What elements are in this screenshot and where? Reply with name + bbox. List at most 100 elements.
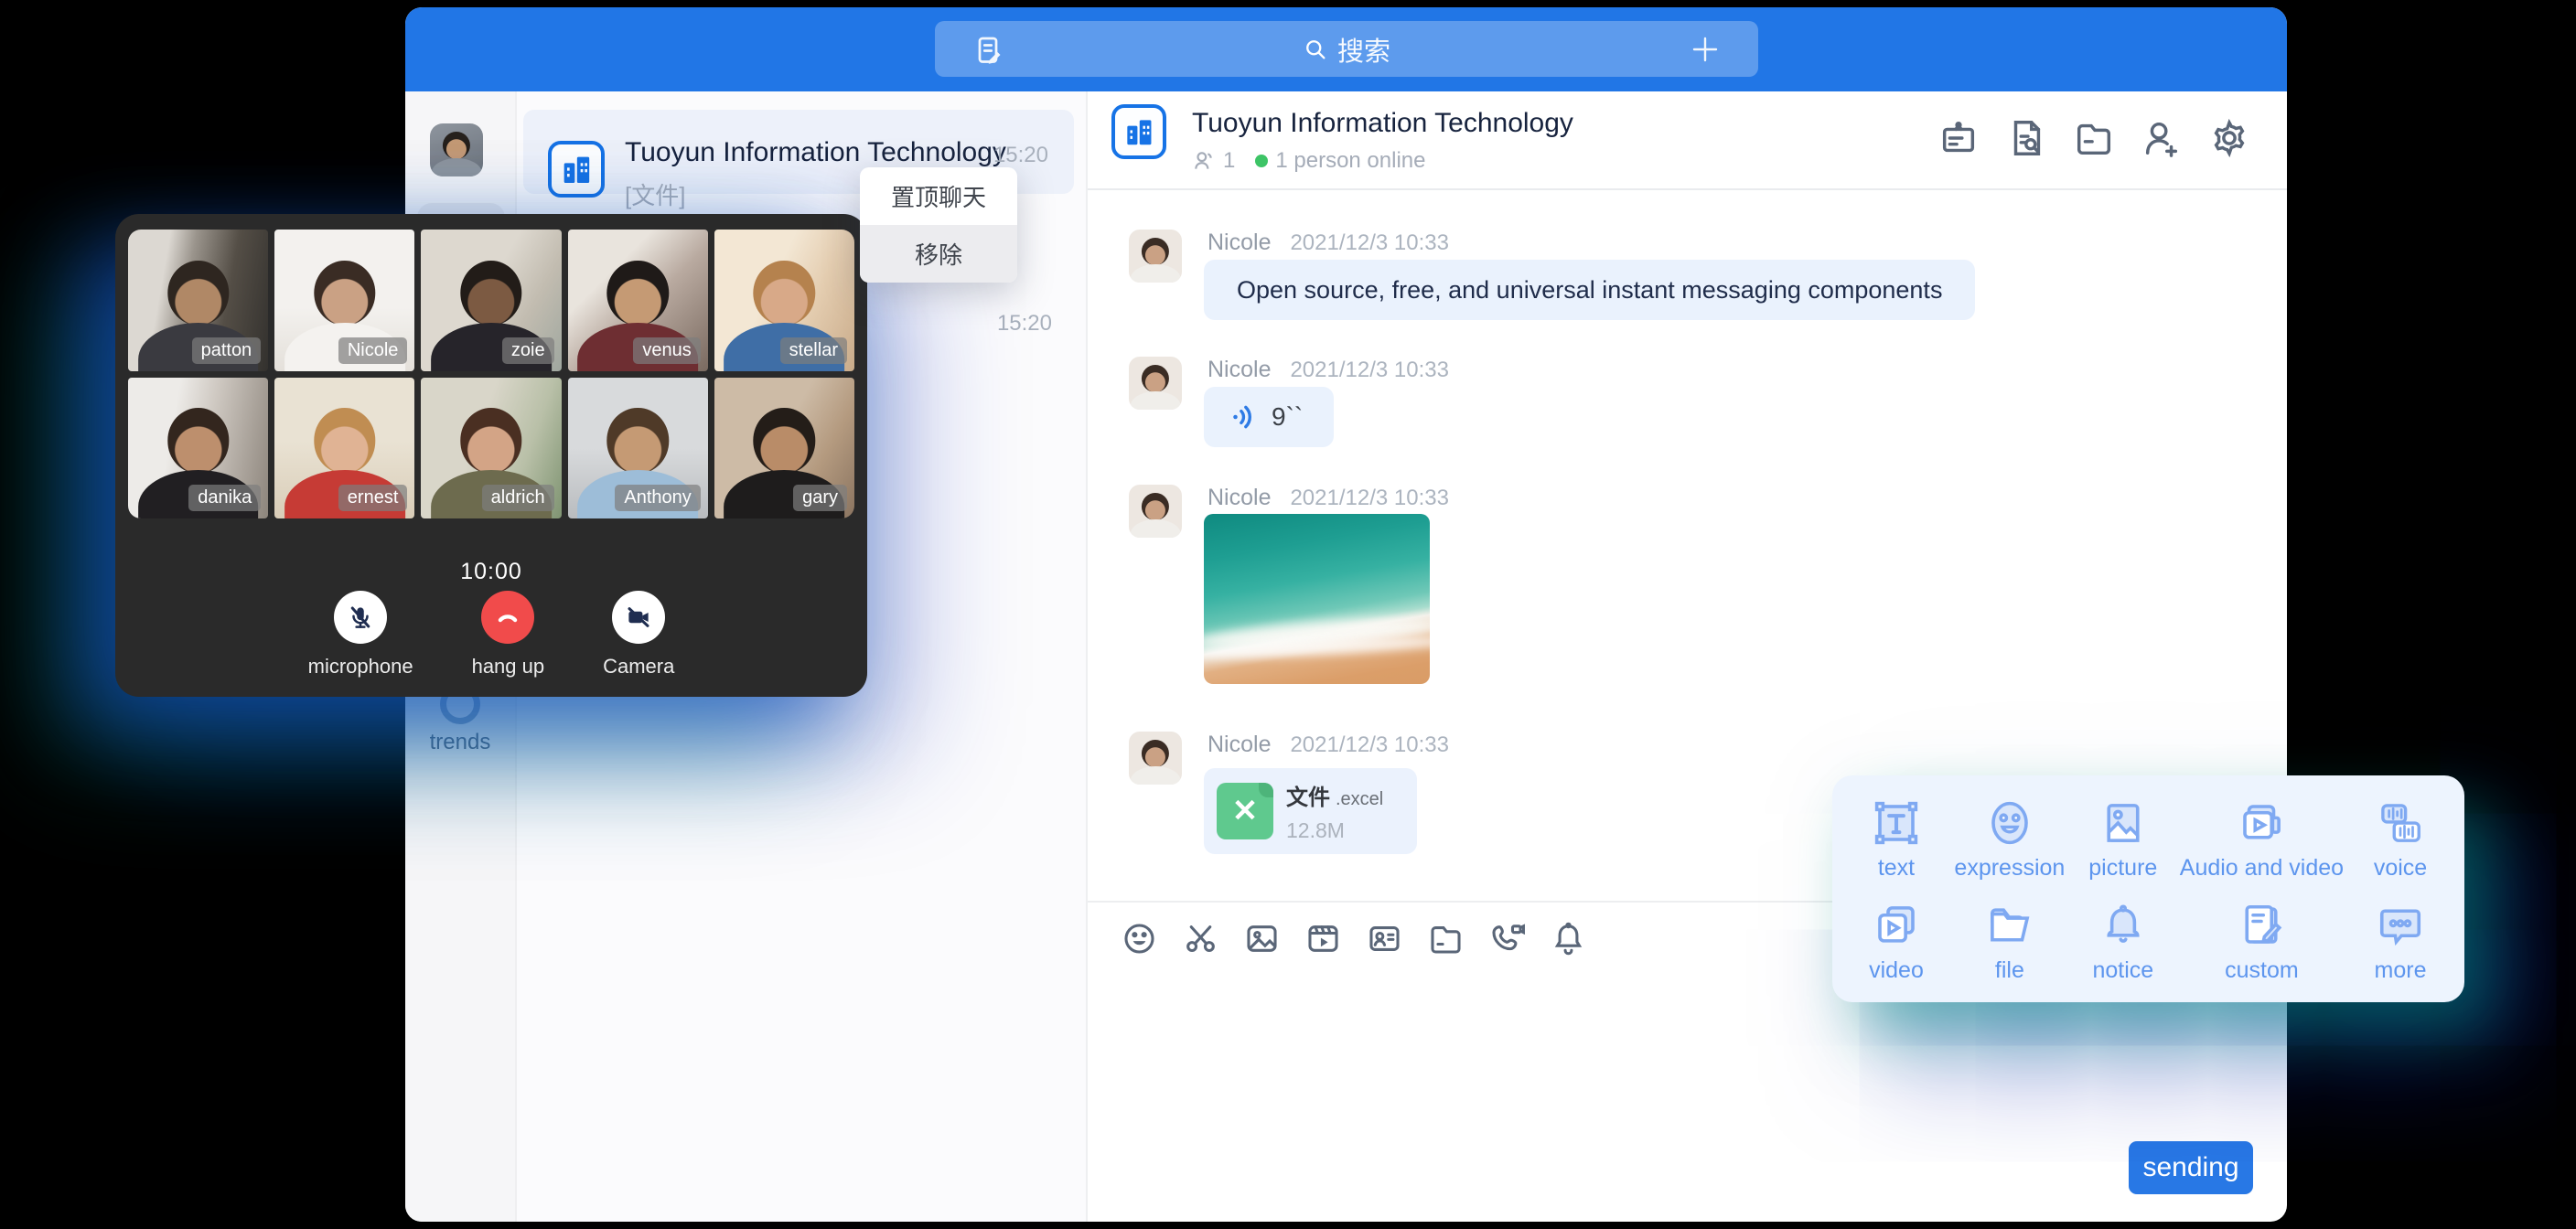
panel-label: text: [1878, 855, 1915, 882]
participant-name: Anthony: [615, 485, 700, 511]
message-meta: Nicole 2021/12/3 10:33: [1208, 485, 1449, 511]
panel-label: video: [1869, 957, 1924, 984]
message-text-content: Open source, free, and universal instant…: [1237, 276, 1942, 305]
image-upload-icon[interactable]: [1243, 920, 1281, 957]
panel-item-picture[interactable]: picture: [2066, 788, 2180, 891]
picture-icon: [2098, 798, 2148, 848]
participant-tile: aldrich: [421, 378, 561, 519]
conversation-context-menu: 置顶聊天 移除: [860, 167, 1017, 283]
screenshot-stage: 搜索 trends: [0, 0, 2576, 1229]
panel-item-more[interactable]: more: [2344, 891, 2457, 993]
sender-avatar: [1129, 357, 1182, 410]
camera-muted-icon: [612, 591, 665, 644]
sender-name: Nicole: [1208, 230, 1271, 255]
participant-tile: gary: [714, 378, 854, 519]
panel-item-text[interactable]: text: [1840, 788, 1953, 891]
participant-name: venus: [633, 337, 700, 364]
panel-label: more: [2375, 957, 2427, 984]
search-center[interactable]: 搜索: [1303, 30, 1390, 69]
send-button[interactable]: sending: [2129, 1141, 2253, 1194]
notes-icon[interactable]: [971, 33, 1004, 66]
conversation-time: 15:20: [993, 143, 1048, 168]
panel-item-notice[interactable]: notice: [2066, 891, 2180, 993]
microphone-muted-icon: [334, 591, 387, 644]
sender-avatar: [1129, 230, 1182, 283]
voice-duration: 9``: [1272, 402, 1303, 432]
participant-tile: Anthony: [568, 378, 708, 519]
sender-avatar: [1129, 485, 1182, 538]
panel-item-voice[interactable]: voice: [2344, 788, 2457, 891]
online-dot: [1255, 155, 1268, 167]
file-extension: .excel: [1336, 789, 1383, 809]
message-file: Nicole 2021/12/3 10:33 ✕ 文件.excel 12.8M: [1129, 732, 1678, 878]
hang-up-button[interactable]: hang up: [472, 591, 545, 679]
building-icon: [558, 151, 595, 187]
voice-bubble[interactable]: 9``: [1204, 387, 1334, 447]
emoji-icon[interactable]: [1121, 920, 1158, 957]
settings-gear-icon[interactable]: [2208, 117, 2250, 159]
plus-icon[interactable]: [1689, 33, 1722, 66]
call-controls: microphone hang up Camer: [115, 591, 867, 679]
camera-button[interactable]: Camera: [603, 591, 674, 679]
participant-tile: venus: [568, 230, 708, 371]
participant-tile: patton: [128, 230, 268, 371]
excel-file-icon: ✕: [1217, 783, 1273, 839]
call-timer: 10:00: [115, 559, 867, 585]
screenshot-scissors-icon[interactable]: [1182, 920, 1219, 957]
file-size: 12.8M: [1286, 818, 1383, 843]
more-bubble-icon: [2376, 901, 2425, 950]
chat-history-search-icon[interactable]: [2005, 117, 2047, 159]
image-attachment[interactable]: [1204, 514, 1430, 684]
panel-item-file[interactable]: file: [1953, 891, 2066, 993]
menu-item-pin-chat[interactable]: 置顶聊天: [860, 167, 1017, 225]
online-count: 1 person online: [1275, 148, 1425, 174]
message-time: 2021/12/3 10:33: [1290, 732, 1449, 757]
user-avatar[interactable]: [430, 123, 483, 176]
panel-item-expression[interactable]: expression: [1953, 788, 2066, 891]
participant-name: patton: [192, 337, 262, 364]
members-icon: [1192, 149, 1216, 173]
microphone-label: microphone: [308, 655, 413, 679]
microphone-button[interactable]: microphone: [308, 591, 413, 679]
group-files-icon[interactable]: [2073, 117, 2115, 159]
notification-bell-icon[interactable]: [1550, 920, 1587, 957]
video-call-window: patton Nicole zoie venus stellar danika: [115, 214, 867, 697]
send-button-label: sending: [2142, 1152, 2238, 1183]
sender-avatar: [1129, 732, 1182, 785]
video-call-icon[interactable]: [1488, 920, 1526, 957]
sender-name: Nicole: [1208, 732, 1271, 757]
participant-name: stellar: [780, 337, 847, 364]
text-icon: [1872, 798, 1921, 848]
participant-name: danika: [188, 485, 261, 511]
video-upload-icon[interactable]: [1304, 920, 1342, 957]
participant-tile: stellar: [714, 230, 854, 371]
participant-tile: danika: [128, 378, 268, 519]
top-bar: 搜索: [405, 7, 2287, 91]
file-upload-icon[interactable]: [1427, 920, 1465, 957]
message-image: Nicole 2021/12/3 10:33: [1129, 485, 1678, 700]
participant-tile: ernest: [274, 378, 414, 519]
chat-title: Tuoyun Information Technology: [1192, 108, 1573, 139]
panel-item-custom[interactable]: custom: [2180, 891, 2344, 993]
panel-item-audio-video[interactable]: Audio and video: [2180, 788, 2344, 891]
header-actions: [1937, 117, 2250, 159]
notice-bell-icon: [2098, 901, 2148, 950]
message-meta: Nicole 2021/12/3 10:33: [1208, 357, 1449, 383]
conversation-last-message: [文件]: [625, 177, 685, 211]
contact-card-icon[interactable]: [1366, 920, 1403, 957]
search-bar[interactable]: 搜索: [935, 21, 1758, 77]
panel-item-video[interactable]: video: [1840, 891, 1953, 993]
text-bubble[interactable]: Open source, free, and universal instant…: [1204, 260, 1975, 320]
video-icon: [1872, 901, 1921, 950]
chat-group-avatar: [1111, 104, 1166, 159]
announcement-icon[interactable]: [1937, 117, 1980, 159]
message-text: Nicole 2021/12/3 10:33 Open source, free…: [1129, 230, 2227, 348]
file-bubble[interactable]: ✕ 文件.excel 12.8M: [1204, 768, 1417, 854]
conversation-time-2: 15:20: [997, 311, 1052, 337]
conversation-title: Tuoyun Information Technology: [625, 137, 1006, 168]
message-meta: Nicole 2021/12/3 10:33: [1208, 230, 1449, 256]
add-member-icon[interactable]: [2141, 117, 2183, 159]
menu-item-remove[interactable]: 移除: [860, 225, 1017, 283]
trends-label: trends: [405, 730, 515, 755]
message-time: 2021/12/3 10:33: [1290, 358, 1449, 382]
